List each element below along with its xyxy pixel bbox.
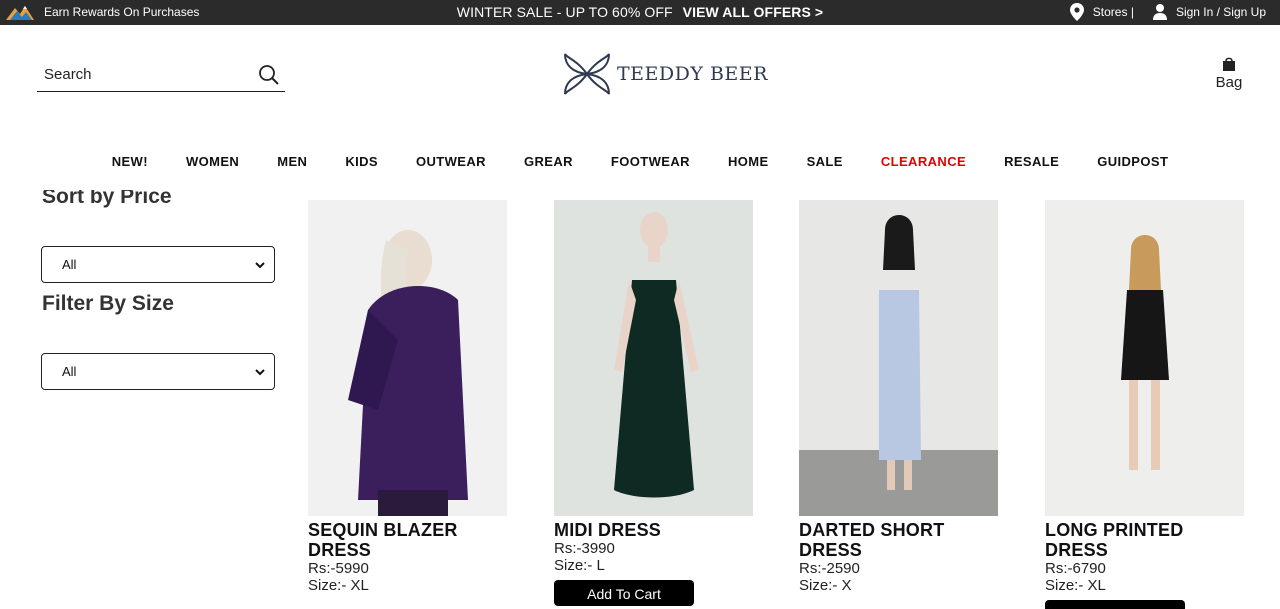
search-icon[interactable]	[258, 64, 280, 86]
butterfly-logo-icon	[564, 53, 610, 95]
product-image[interactable]	[308, 200, 507, 516]
nav-item-footwear[interactable]: FOOTWEAR	[611, 154, 690, 169]
sort-heading: Sort by Price	[42, 185, 172, 208]
main-nav: NEW! WOMEN MEN KIDS OUTWEAR GREAR FOOTWE…	[0, 154, 1280, 169]
size-heading: Filter By Size	[42, 292, 174, 315]
product-card[interactable]: DARTED SHORT DRESS Rs:-2590 Size:- X	[799, 200, 999, 594]
nav-item-kids[interactable]: KIDS	[345, 154, 378, 169]
nav-item-grear[interactable]: GREAR	[524, 154, 573, 169]
add-to-cart-button[interactable]: Add To Cart	[1045, 600, 1185, 609]
shopping-bag-icon	[1223, 57, 1235, 71]
product-card[interactable]: LONG PRINTED DRESS Rs:-6790 Size:- XL Ad…	[1045, 200, 1245, 609]
location-pin-icon[interactable]	[1069, 2, 1085, 22]
nav-item-clearance[interactable]: CLEARANCE	[881, 154, 966, 169]
size-select[interactable]: All	[41, 353, 275, 390]
view-offers-link[interactable]: VIEW ALL OFFERS >	[683, 4, 824, 20]
nav-item-new[interactable]: NEW!	[112, 154, 148, 169]
product-card[interactable]: MIDI DRESS Rs:-3990 Size:- L Add To Cart	[554, 200, 754, 606]
stores-link[interactable]: Stores |	[1093, 5, 1134, 19]
product-image[interactable]	[799, 200, 998, 516]
product-title[interactable]: MIDI DRESS	[554, 520, 754, 540]
product-title[interactable]: LONG PRINTED DRESS	[1045, 520, 1245, 560]
sort-select-value: All	[62, 257, 77, 272]
nav-item-resale[interactable]: RESALE	[1004, 154, 1059, 169]
product-image[interactable]	[554, 200, 753, 516]
product-size: Size:- L	[554, 557, 605, 574]
search-bar	[37, 58, 285, 92]
brand-name: TEEDDY BEER	[617, 63, 768, 85]
product-price: Rs:-3990	[554, 540, 615, 557]
product-size: Size:- X	[799, 577, 852, 594]
brand-logo[interactable]: TEEDDY BEER	[563, 50, 768, 98]
product-price: Rs:-6790	[1045, 560, 1106, 577]
user-icon[interactable]	[1152, 2, 1168, 22]
sale-text: WINTER SALE - UP TO 60% OFF	[456, 4, 673, 20]
chevron-down-icon	[255, 368, 265, 375]
product-size: Size:- XL	[308, 577, 369, 594]
product-price: Rs:-2590	[799, 560, 860, 577]
nav-item-men[interactable]: MEN	[277, 154, 307, 169]
product-card[interactable]: SEQUIN BLAZER DRESS Rs:-5990 Size:- XL	[308, 200, 508, 594]
nav-item-sale[interactable]: SALE	[807, 154, 843, 169]
product-title[interactable]: SEQUIN BLAZER DRESS	[308, 520, 508, 560]
nav-item-home[interactable]: HOME	[728, 154, 769, 169]
add-to-cart-button[interactable]: Add To Cart	[554, 580, 694, 606]
size-select-value: All	[62, 364, 77, 379]
product-title[interactable]: DARTED SHORT DRESS	[799, 520, 999, 560]
nav-item-guidpost[interactable]: GUIDPOST	[1097, 154, 1168, 169]
chevron-down-icon	[255, 261, 265, 268]
nav-item-outwear[interactable]: OUTWEAR	[416, 154, 486, 169]
search-input[interactable]	[44, 63, 244, 85]
sort-select[interactable]: All	[41, 246, 275, 283]
promo-bar: Earn Rewards On Purchases WINTER SALE - …	[0, 0, 1280, 25]
nav-item-women[interactable]: WOMEN	[186, 154, 239, 169]
product-image[interactable]	[1045, 200, 1244, 516]
product-size: Size:- XL	[1045, 577, 1106, 594]
product-price: Rs:-5990	[308, 560, 369, 577]
bag-button[interactable]: Bag	[1210, 56, 1248, 91]
signin-link[interactable]: Sign In / Sign Up	[1176, 5, 1266, 19]
bag-label: Bag	[1215, 74, 1243, 91]
